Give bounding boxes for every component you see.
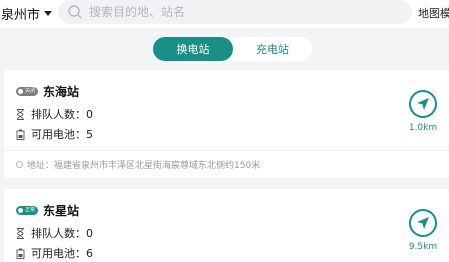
tab-swap-station[interactable]: 换电站: [153, 37, 233, 61]
queue-label: 排队人数：: [31, 108, 86, 121]
location-dot-icon: [16, 161, 23, 168]
city-selector[interactable]: 泉州市: [1, 4, 53, 23]
distance: 1.0km: [408, 123, 438, 133]
status-dot-icon: [18, 89, 23, 94]
navigate-button[interactable]: [409, 209, 437, 237]
queue-info: 排队人数： 0: [16, 106, 93, 122]
battery-value: 6: [86, 246, 93, 260]
battery-value: 5: [86, 127, 93, 141]
station-type-tabs: 换电站 充电站: [153, 37, 312, 61]
queue-value: 0: [86, 107, 93, 121]
battery-info: 可用电池： 6: [16, 245, 93, 261]
station-name-row: 正常 东星站: [16, 202, 79, 219]
battery-label: 可用电池：: [31, 247, 86, 260]
status-text: 正常: [25, 207, 36, 213]
city-label: 泉州市: [1, 7, 41, 23]
distance: 9.5km: [408, 242, 438, 252]
queue-info: 排队人数： 0: [16, 225, 93, 241]
battery-icon: [16, 248, 25, 259]
hourglass-icon: [17, 227, 24, 239]
navigation-arrow-icon: [417, 98, 429, 110]
tab-charging-station[interactable]: 充电站: [233, 37, 312, 61]
battery-label: 可用电池：: [31, 128, 86, 141]
search-input[interactable]: [89, 5, 389, 19]
battery-info: 可用电池： 5: [16, 126, 93, 142]
divider: [4, 150, 449, 151]
station-name: 东海站: [43, 85, 80, 99]
caret-down-icon: [44, 11, 53, 16]
status-badge: 关闭: [16, 87, 39, 96]
search-bar[interactable]: [58, 0, 412, 24]
navigate-button[interactable]: [409, 90, 437, 118]
battery-icon: [16, 129, 25, 140]
navigation-arrow-icon: [417, 217, 429, 229]
address-text: 地址：福建省泉州市丰泽区北星街海宸尊域东北侧约150米: [27, 161, 261, 171]
queue-value: 0: [86, 226, 93, 240]
map-mode-button[interactable]: 地图模: [418, 5, 449, 21]
status-dot-icon: [18, 208, 23, 213]
status-badge: 正常: [16, 206, 39, 215]
station-name: 东星站: [43, 204, 80, 218]
station-card[interactable]: 正常 东星站 排队人数： 0 可用电池： 6 9.5km: [4, 189, 449, 262]
queue-label: 排队人数：: [31, 227, 86, 240]
station-name-row: 关闭 东海站: [16, 83, 79, 100]
station-card[interactable]: 关闭 东海站 排队人数： 0 可用电池： 5 1.0km 地址：福建省泉州市丰泽…: [4, 70, 449, 178]
status-text: 关闭: [25, 88, 36, 94]
hourglass-icon: [17, 108, 24, 120]
search-icon: [68, 5, 82, 19]
top-bar: 泉州市 地图模: [0, 0, 449, 28]
address: 地址：福建省泉州市丰泽区北星街海宸尊域东北侧约150米: [16, 158, 260, 171]
